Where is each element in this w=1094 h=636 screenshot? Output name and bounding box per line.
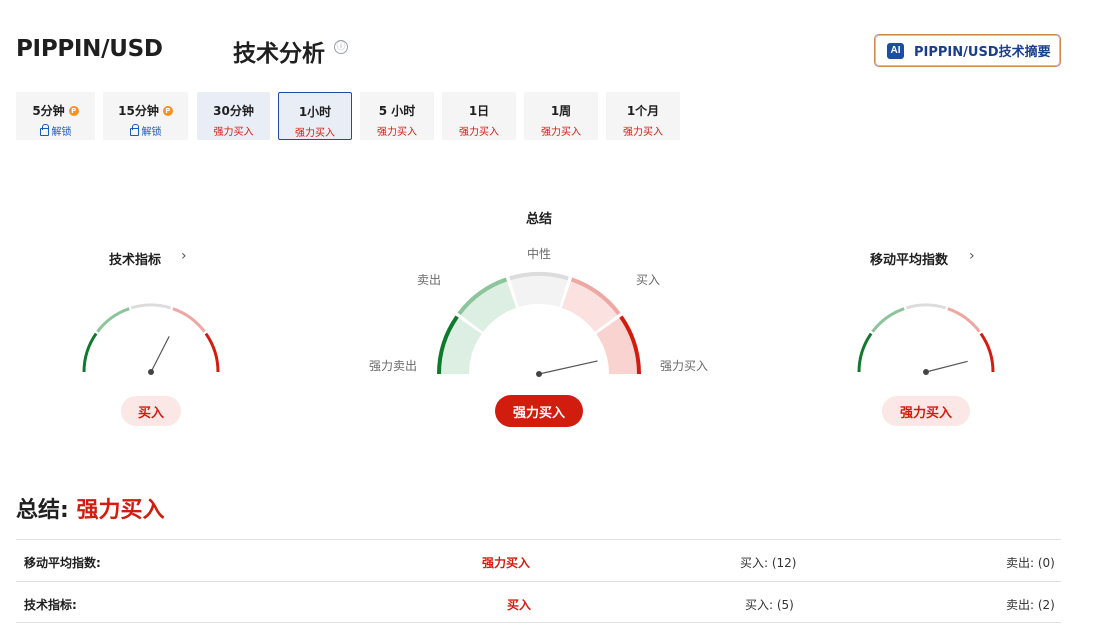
gauge-arc-neutral [130,303,172,310]
ai-summary-label: PIPPIN/USD技术摘要 [914,45,1051,60]
row-buy-count: 买入: (12) [740,556,797,570]
ai-summary-button[interactable]: AI PIPPIN/USD技术摘要 [874,34,1061,67]
tab-sub: 解锁 [51,127,72,138]
gauge-arc-strong-sell [857,332,873,373]
tab-sub: 强力买入 [459,127,499,138]
summary-gauge [437,272,641,377]
ai-icon: AI [887,42,904,59]
pro-icon: P [162,105,173,116]
row-buy-count: 买入: (5) [745,598,794,612]
moving-averages-gauge-title[interactable]: 移动平均指数 [870,249,948,268]
lock-icon [129,124,139,136]
row-sell-count: 卖出: (0) [1006,556,1055,570]
gauge-needle-pivot [148,369,154,375]
table-row: 移动平均指数: 强力买入 买入: (12) 卖出: (0) [16,539,1061,581]
gauge-needle [925,360,968,373]
table-row: 技术指标: 买入 买入: (5) 卖出: (2) [16,581,1061,623]
gauge-needle [150,336,170,373]
gauge-arc-buy [172,307,206,333]
tab-1h[interactable]: 1小时 强力买入 [278,92,352,140]
tab-sub: 强力买入 [623,127,663,138]
tab-15min[interactable]: 15分钟 P 解锁 [103,92,188,140]
page-title: 技术分析 [233,41,325,67]
gauge-needle-pivot [923,369,929,375]
indicators-gauge [82,303,220,375]
tab-label: 1周 [550,104,572,118]
info-glyph: ⓘ [336,42,346,52]
tab-sub: 解锁 [141,127,162,138]
label-strong-sell: 强力卖出 [369,359,418,373]
row-name: 移动平均指数: [24,556,101,570]
ticker-title: PIPPIN/USD [16,36,163,62]
tab-label: 5分钟 [32,104,65,118]
tab-sub: 强力买入 [541,127,581,138]
gauge-needle-pivot [536,371,542,377]
gauge-arc-sell [96,307,130,333]
tab-label: 1日 [468,104,490,118]
tab-1d[interactable]: 1日 强力买入 [442,92,516,140]
summary-heading: 总结: 强力买入 [16,492,165,524]
tab-label: 1小时 [298,105,332,119]
lock-icon [39,124,49,136]
chevron-right-icon[interactable]: › [181,248,187,264]
summary-gauge-title: 总结 [526,212,553,227]
gauge-arc-strong-buy [979,332,995,373]
tab-1mo[interactable]: 1个月 强力买入 [606,92,680,140]
gauge-arc-neutral [905,303,947,310]
tab-label: 1个月 [626,104,660,118]
info-icon[interactable]: ⓘ [334,40,348,54]
tab-label: 30分钟 [213,104,254,118]
indicators-result-badge: 买入 [121,396,181,426]
indicators-gauge-title[interactable]: 技术指标 [109,249,161,268]
tab-sub: 强力买入 [295,128,335,139]
gauge-arc-buy [947,307,981,333]
tab-sub: 强力买入 [213,127,254,138]
summary-label: 总结: [16,498,69,523]
gauge-arc-strong-sell [82,332,98,373]
gauge-needle [538,360,598,375]
pro-icon: P [68,105,79,116]
label-strong-buy: 强力买入 [660,359,709,373]
moving-averages-result-badge: 强力买入 [882,396,970,426]
row-sell-count: 卖出: (2) [1006,598,1055,612]
tab-5h[interactable]: 5 小时 强力买入 [360,92,434,140]
tab-sub: 强力买入 [377,127,417,138]
summary-result-badge: 强力买入 [495,395,583,427]
row-verdict: 买入 [507,598,532,612]
gauge-arc-strong-buy [204,332,220,373]
tab-label: 5 小时 [378,104,416,118]
label-neutral: 中性 [527,247,552,261]
tab-30min[interactable]: 30分钟 强力买入 [197,92,270,140]
row-name: 技术指标: [24,598,77,612]
tab-1w[interactable]: 1周 强力买入 [524,92,598,140]
row-verdict: 强力买入 [482,556,531,570]
tab-label: 15分钟 [118,104,159,118]
chevron-right-icon[interactable]: › [969,248,975,264]
moving-averages-gauge [857,303,995,375]
tab-5min[interactable]: 5分钟 P 解锁 [16,92,95,140]
summary-verdict: 强力买入 [76,498,165,523]
gauge-arc-sell [871,307,905,333]
